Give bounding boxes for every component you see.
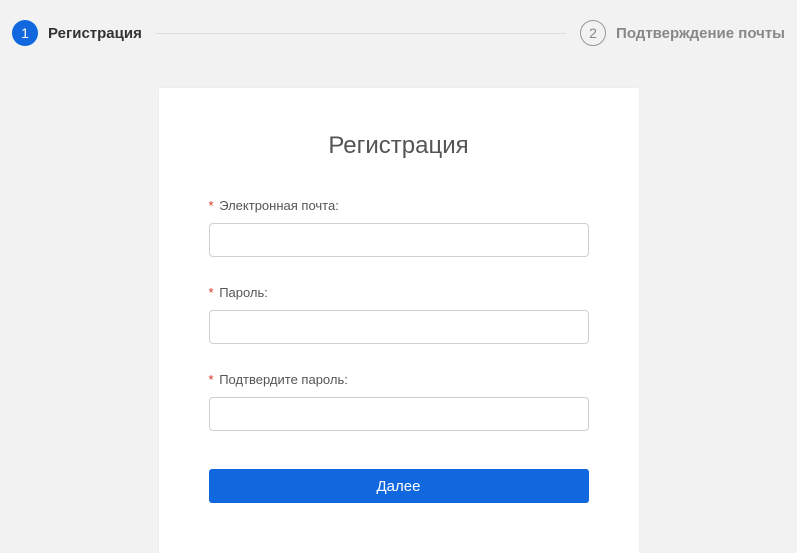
password-label-text: Пароль: [219,285,268,300]
card-title: Регистрация [209,132,589,160]
email-label-text: Электронная почта: [219,198,339,213]
confirm-password-label-text: Подтвердите пароль: [219,372,348,387]
next-button[interactable]: Далее [209,469,589,503]
step-1-label: Регистрация [48,25,142,42]
password-input[interactable] [209,310,589,344]
confirm-password-group: * Подтвердите пароль: [209,372,589,431]
step-2: 2 Подтверждение почты [580,20,785,46]
step-2-label: Подтверждение почты [616,25,785,42]
step-2-number: 2 [580,20,606,46]
required-mark: * [209,372,214,387]
confirm-password-input[interactable] [209,397,589,431]
email-label: * Электронная почта: [209,198,589,213]
confirm-password-label: * Подтвердите пароль: [209,372,589,387]
email-group: * Электронная почта: [209,198,589,257]
step-divider [156,33,566,34]
required-mark: * [209,285,214,300]
step-1-number: 1 [12,20,38,46]
password-label: * Пароль: [209,285,589,300]
password-group: * Пароль: [209,285,589,344]
required-mark: * [209,198,214,213]
step-1: 1 Регистрация [12,20,142,46]
email-input[interactable] [209,223,589,257]
stepper: 1 Регистрация 2 Подтверждение почты [0,0,797,46]
registration-card: Регистрация * Электронная почта: * Парол… [159,88,639,553]
